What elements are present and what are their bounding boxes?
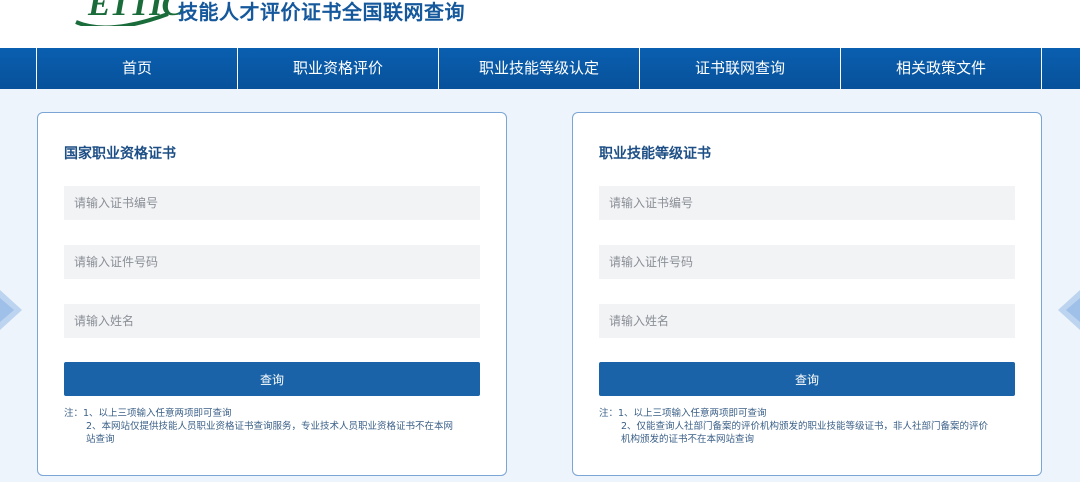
note-line: 2、本网站仅提供技能人员职业资格证书查询服务，专业技术人员职业资格证书不在本网 xyxy=(86,421,454,432)
site-title: 技能人才评价证书全国联网查询 xyxy=(178,0,465,24)
nav-skill-level-certification[interactable]: 职业技能等级认定 xyxy=(438,48,639,89)
name-input[interactable] xyxy=(64,304,480,338)
panel-title: 职业技能等级证书 xyxy=(599,146,711,162)
note-line: 2、仅能查询人社部门备案的评价机构颁发的职业技能等级证书，非人社部门备案的评价 xyxy=(621,421,989,432)
query-button[interactable]: 查询 xyxy=(64,362,480,396)
note-line: 站查询 xyxy=(86,434,115,445)
note-line: 机构颁发的证书不在本网站查询 xyxy=(621,434,755,445)
site-header: ETTIC 技能人才评价证书全国联网查询 xyxy=(0,0,1080,48)
query-notes: 注：1、以上三项输入任意两项即可查询 2、仅能查询人社部门备案的评价机构颁发的职… xyxy=(599,407,1019,446)
main-nav: 首页 职业资格评价 职业技能等级认定 证书联网查询 相关政策文件 xyxy=(0,48,1080,89)
query-button[interactable]: 查询 xyxy=(599,362,1015,396)
query-notes: 注：1、以上三项输入任意两项即可查询 2、本网站仅提供技能人员职业资格证书查询服… xyxy=(64,407,484,446)
nav-divider xyxy=(1041,48,1042,89)
cert-number-input[interactable] xyxy=(64,186,480,220)
id-number-input[interactable] xyxy=(64,245,480,279)
panel-title: 国家职业资格证书 xyxy=(64,146,176,162)
nav-home[interactable]: 首页 xyxy=(36,48,237,89)
cert-number-input[interactable] xyxy=(599,186,1015,220)
id-number-input[interactable] xyxy=(599,245,1015,279)
nav-qualification-evaluation[interactable]: 职业资格评价 xyxy=(237,48,438,89)
skill-level-cert-panel: 职业技能等级证书 查询 注：1、以上三项输入任意两项即可查询 2、仅能查询人社部… xyxy=(572,112,1042,476)
note-line: 注：1、以上三项输入任意两项即可查询 xyxy=(599,408,767,419)
logo-text: ETTIC xyxy=(88,0,184,23)
nav-policy-documents[interactable]: 相关政策文件 xyxy=(840,48,1041,89)
qualification-cert-panel: 国家职业资格证书 查询 注：1、以上三项输入任意两项即可查询 2、本网站仅提供技… xyxy=(37,112,507,476)
decor-right-icon xyxy=(1058,290,1080,330)
nav-certificate-query[interactable]: 证书联网查询 xyxy=(639,48,840,89)
name-input[interactable] xyxy=(599,304,1015,338)
note-line: 注：1、以上三项输入任意两项即可查询 xyxy=(64,408,232,419)
